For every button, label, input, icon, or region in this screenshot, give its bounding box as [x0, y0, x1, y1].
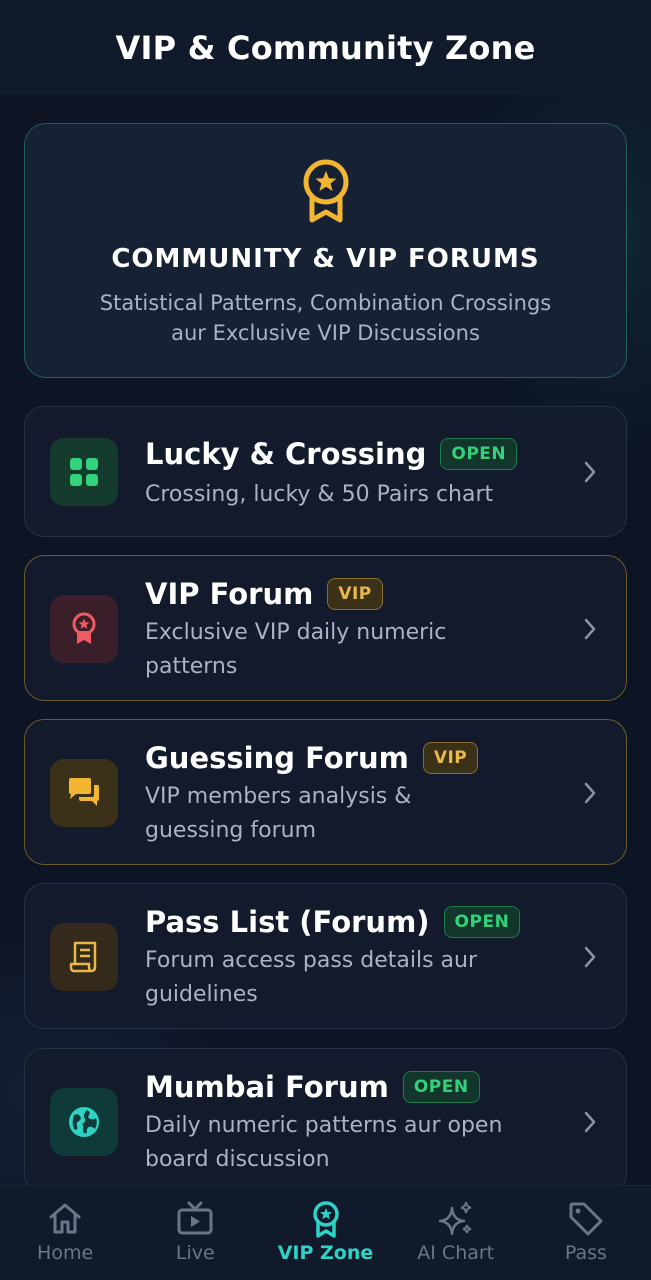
forum-icon-box: [50, 923, 118, 991]
award-icon: [72, 612, 96, 644]
forum-description-line-2: board discussion: [145, 1147, 330, 1172]
forum-description: Forum access pass details aur guidelines: [145, 944, 565, 1012]
forum-title-row: Mumbai Forum OPEN: [145, 1070, 480, 1104]
chevron-right-icon: [584, 782, 596, 804]
forum-icon-box: [50, 759, 118, 827]
tab-home[interactable]: Home: [0, 1186, 130, 1280]
forum-title-row: Guessing Forum VIP: [145, 741, 479, 775]
medal-icon: [312, 1201, 339, 1238]
hero-banner: COMMUNITY & VIP FORUMS Statistical Patte…: [24, 123, 627, 378]
chat-icon: [69, 778, 99, 806]
forum-description-line-2: guidelines: [145, 982, 258, 1007]
tag-icon: [569, 1202, 603, 1236]
forum-description-line-1: VIP members analysis &: [145, 784, 412, 809]
forum-card-pass-list[interactable]: Pass List (Forum) OPEN Forum access pass…: [24, 883, 627, 1029]
tab-label: Live: [175, 1242, 215, 1264]
status-badge: OPEN: [440, 438, 518, 470]
globe-icon: [69, 1107, 99, 1137]
page-title: VIP & Community Zone: [115, 28, 536, 67]
forum-title: Lucky & Crossing: [145, 437, 427, 471]
hero-subtitle: Statistical Patterns, Combination Crossi…: [100, 288, 551, 348]
tab-vip-zone[interactable]: VIP Zone: [260, 1186, 390, 1280]
forum-card-vip-forum[interactable]: VIP Forum VIP Exclusive VIP daily numeri…: [24, 555, 627, 701]
forum-title-row: VIP Forum VIP: [145, 577, 383, 611]
tab-label: Home: [37, 1242, 94, 1264]
forum-card-mumbai-forum[interactable]: Mumbai Forum OPEN Daily numeric patterns…: [24, 1048, 627, 1194]
chevron-right-icon: [584, 946, 596, 968]
forum-description-line-1: Forum access pass details aur: [145, 948, 477, 973]
forum-description-line-1: Crossing, lucky & 50 Pairs chart: [145, 482, 494, 507]
forum-description-line-2: guessing forum: [145, 818, 317, 843]
forum-description-line-1: Daily numeric patterns aur open: [145, 1113, 503, 1138]
bottom-tab-bar: Home Live VIP Zone AI Chart Pass: [0, 1185, 651, 1280]
tab-label: Pass: [564, 1242, 607, 1264]
status-badge: OPEN: [402, 1071, 480, 1103]
status-badge: VIP: [422, 742, 479, 774]
forum-icon-box: [50, 438, 118, 506]
tab-ai-chart[interactable]: AI Chart: [391, 1186, 521, 1280]
tab-live[interactable]: Live: [130, 1186, 260, 1280]
forum-title-row: Lucky & Crossing OPEN: [145, 437, 518, 471]
chevron-right-icon: [584, 461, 596, 483]
forum-icon-box: [50, 1088, 118, 1156]
hero-subtitle-line-1: Statistical Patterns, Combination Crossi…: [99, 291, 552, 315]
tab-label: AI Chart: [417, 1242, 495, 1264]
hero-subtitle-line-2: aur Exclusive VIP Discussions: [171, 321, 480, 345]
forum-card-guessing-forum[interactable]: Guessing Forum VIP VIP members analysis …: [24, 719, 627, 865]
status-badge: VIP: [327, 578, 383, 610]
status-badge: OPEN: [443, 906, 521, 938]
forum-title: Guessing Forum: [145, 741, 409, 775]
receipt-icon: [69, 941, 97, 973]
chevron-right-icon: [584, 1111, 596, 1133]
hero-title: COMMUNITY & VIP FORUMS: [111, 244, 540, 274]
forum-description: VIP members analysis & guessing forum: [145, 780, 565, 848]
tab-pass[interactable]: Pass: [521, 1186, 651, 1280]
forum-title: VIP Forum: [145, 577, 314, 611]
tv-icon: [177, 1201, 213, 1235]
forum-description-line-1: Exclusive VIP daily numeric: [145, 620, 447, 645]
medal-icon: [303, 159, 348, 223]
forum-title: Mumbai Forum: [145, 1070, 389, 1104]
forum-description: Exclusive VIP daily numeric patterns: [145, 616, 565, 684]
app-header: VIP & Community Zone: [0, 0, 651, 95]
forum-card-lucky-crossing[interactable]: Lucky & Crossing OPEN Crossing, lucky & …: [24, 406, 627, 537]
forum-title-row: Pass List (Forum) OPEN: [145, 905, 521, 939]
sparkles-icon: [438, 1201, 471, 1236]
forum-icon-box: [50, 595, 118, 663]
forum-title: Pass List (Forum): [145, 905, 430, 939]
home-icon: [49, 1203, 81, 1234]
forum-description: Daily numeric patterns aur open board di…: [145, 1109, 565, 1177]
forum-description: Crossing, lucky & 50 Pairs chart: [145, 478, 565, 512]
grid-icon: [70, 458, 98, 486]
forum-description-line-2: patterns: [145, 654, 238, 679]
tab-label: VIP Zone: [277, 1242, 374, 1264]
chevron-right-icon: [584, 618, 596, 640]
